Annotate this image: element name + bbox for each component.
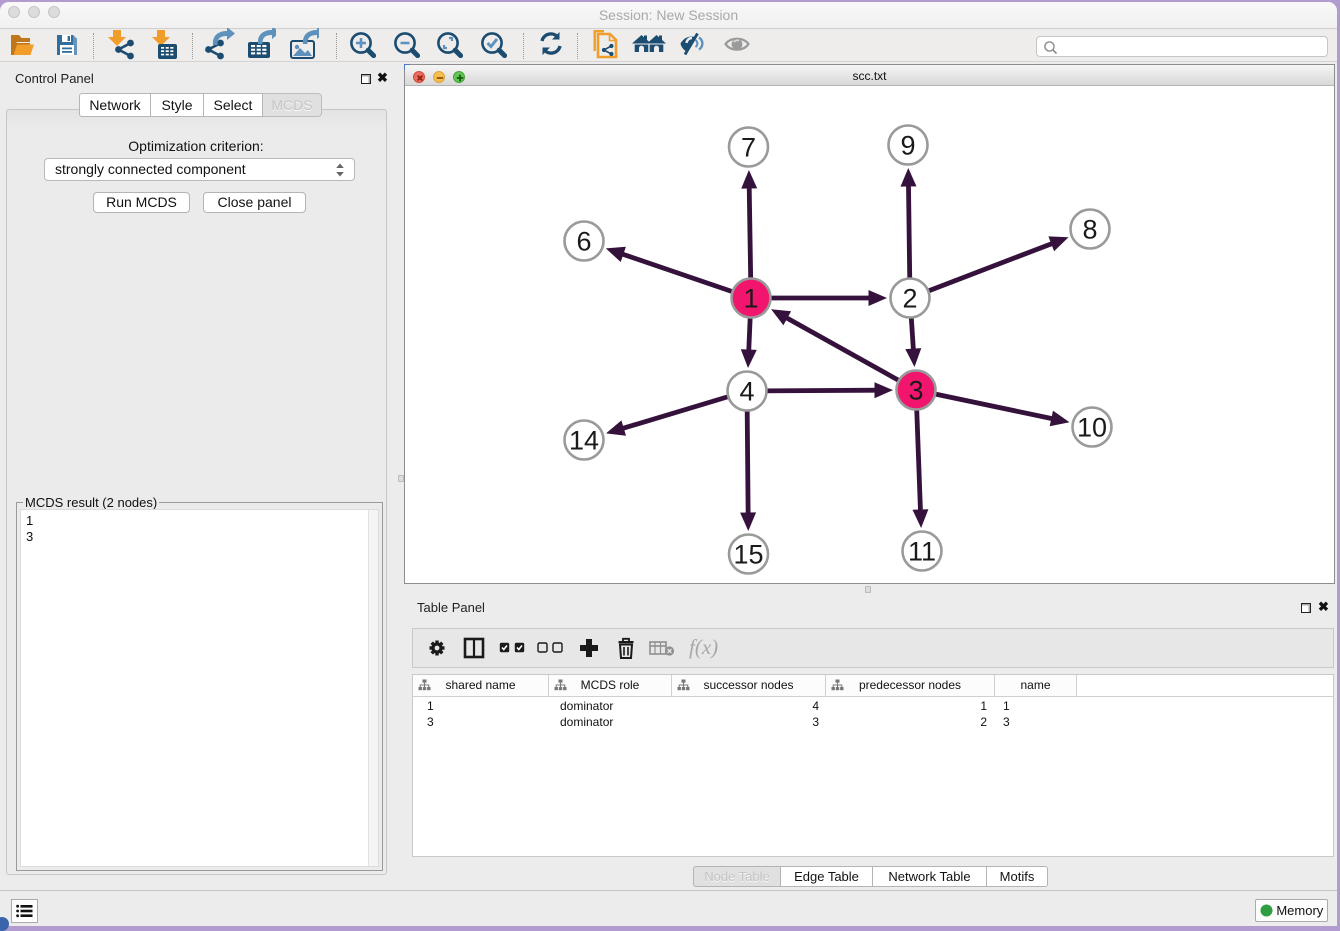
svg-text:3: 3 <box>908 376 923 406</box>
svg-text:11: 11 <box>908 537 936 567</box>
svg-text:2: 2 <box>902 284 917 314</box>
svg-text:8: 8 <box>1082 215 1097 245</box>
svg-text:15: 15 <box>733 540 763 570</box>
svg-text:6: 6 <box>576 227 591 257</box>
svg-text:7: 7 <box>741 133 756 163</box>
svg-text:14: 14 <box>569 426 599 456</box>
svg-text:10: 10 <box>1077 413 1107 443</box>
svg-text:1: 1 <box>743 284 758 314</box>
svg-text:4: 4 <box>739 377 754 407</box>
svg-text:9: 9 <box>900 131 915 161</box>
